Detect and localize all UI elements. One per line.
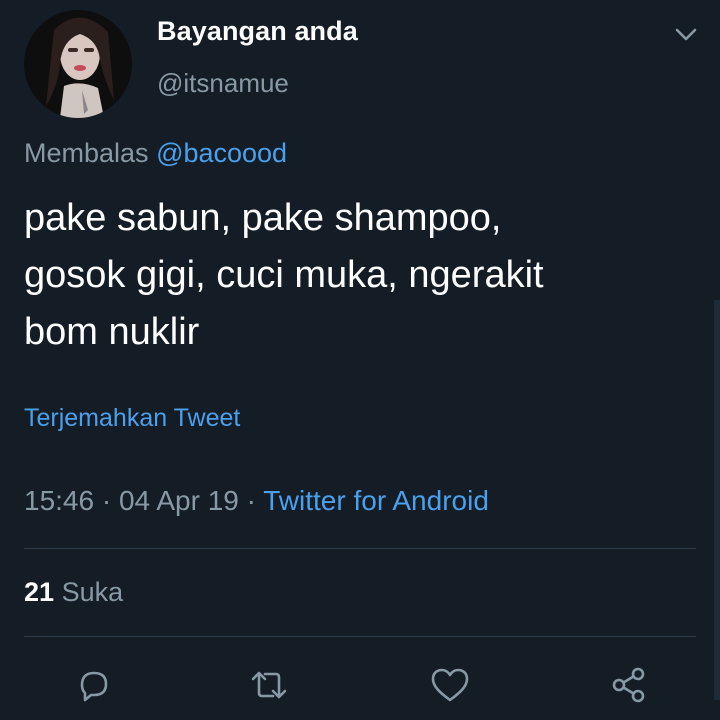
retweet-icon	[251, 671, 287, 699]
divider	[24, 636, 696, 637]
reply-button[interactable]	[72, 663, 116, 707]
likes-stat[interactable]: 21 Suka	[24, 577, 123, 608]
likes-label: Suka	[61, 577, 124, 607]
tweet-time: 15:46	[24, 485, 95, 516]
tweet-text: pake sabun, pake shampoo, gosok gigi, cu…	[24, 190, 684, 361]
scrollbar-track	[714, 300, 720, 700]
translate-tweet-link[interactable]: Terjemahkan Tweet	[24, 404, 240, 433]
chevron-down-icon[interactable]	[672, 20, 700, 48]
meta-separator: ·	[238, 485, 264, 516]
divider	[24, 548, 696, 549]
tweet-source-link[interactable]: Twitter for Android	[263, 485, 489, 516]
meta-separator: ·	[94, 485, 119, 516]
tweet-text-line: gosok gigi, cuci muka, ngerakit	[24, 254, 544, 296]
tweet-text-line: pake sabun, pake shampoo,	[24, 197, 502, 239]
tweet-meta: 15:46 · 04 Apr 19 · Twitter for Android	[24, 485, 489, 517]
like-button[interactable]	[428, 663, 472, 707]
reply-icon	[80, 671, 108, 702]
retweet-button[interactable]	[247, 663, 291, 707]
tweet-text-line: bom nuklir	[24, 311, 200, 353]
author-name[interactable]: Bayangan anda	[157, 16, 358, 47]
reply-prefix: Membalas	[24, 138, 149, 168]
reply-context: Membalas @bacoood	[24, 138, 287, 169]
heart-icon	[431, 668, 469, 702]
author-handle[interactable]: @itsnamue	[157, 68, 289, 99]
share-icon	[612, 667, 645, 703]
likes-count: 21	[24, 577, 55, 607]
avatar[interactable]	[24, 10, 132, 118]
reply-mention[interactable]: @bacoood	[156, 138, 287, 168]
share-button[interactable]	[607, 663, 651, 707]
tweet-date: 04 Apr 19	[118, 485, 239, 516]
